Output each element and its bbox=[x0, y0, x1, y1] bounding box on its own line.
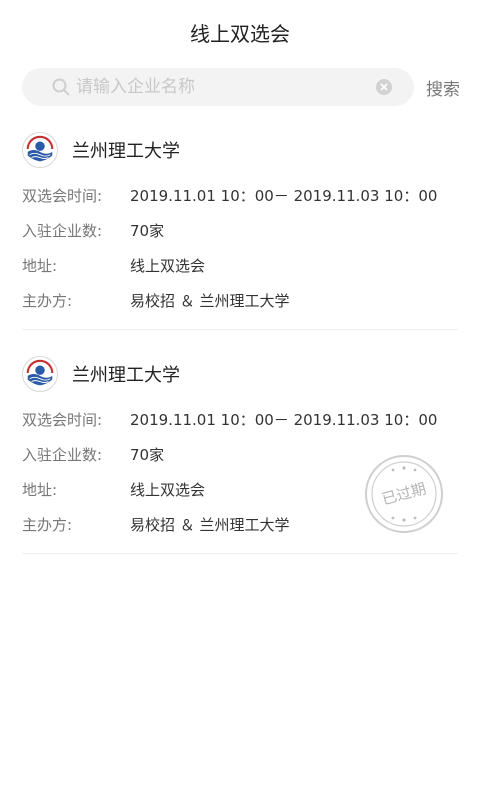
job-fair-list-page: 线上双选会 搜索 bbox=[0, 0, 480, 800]
fair-time-value: 2019.11.01 10：00－ 2019.11.03 10：00 bbox=[130, 186, 438, 205]
search-button[interactable]: 搜索 bbox=[421, 68, 465, 106]
search-icon bbox=[52, 78, 70, 96]
organizer-value: 易校招 ＆ 兰州理工大学 bbox=[130, 291, 290, 310]
fair-time-label: 双选会时间: bbox=[22, 186, 103, 205]
card-header: 兰州理工大学 bbox=[22, 354, 180, 394]
search-box[interactable] bbox=[22, 68, 414, 106]
school-name: 兰州理工大学 bbox=[72, 365, 180, 386]
expired-stamp: 已过期 bbox=[365, 455, 443, 533]
divider bbox=[22, 553, 458, 554]
fair-time-label: 双选会时间: bbox=[22, 410, 103, 429]
page-title: 线上双选会 bbox=[190, 21, 290, 46]
fair-time-value: 2019.11.01 10：00－ 2019.11.03 10：00 bbox=[130, 410, 438, 429]
company-count-label: 入驻企业数: bbox=[22, 221, 103, 240]
address-label: 地址: bbox=[22, 480, 58, 499]
university-logo-icon bbox=[22, 132, 58, 168]
expired-stamp-text: 已过期 bbox=[380, 479, 428, 508]
search-input[interactable] bbox=[76, 68, 366, 106]
organizer-label: 主办方: bbox=[22, 515, 73, 534]
divider bbox=[22, 329, 458, 330]
card-header: 兰州理工大学 bbox=[22, 130, 180, 170]
company-count-value: 70家 bbox=[130, 221, 165, 240]
university-logo-icon bbox=[22, 356, 58, 392]
clear-icon[interactable] bbox=[376, 79, 392, 95]
company-count-label: 入驻企业数: bbox=[22, 445, 103, 464]
search-bar: 搜索 bbox=[22, 68, 462, 106]
address-label: 地址: bbox=[22, 256, 58, 275]
address-value: 线上双选会 bbox=[130, 480, 206, 499]
header: 线上双选会 bbox=[0, 0, 480, 64]
organizer-label: 主办方: bbox=[22, 291, 73, 310]
job-fair-card[interactable]: 兰州理工大学 双选会时间: 2019.11.01 10：00－ 2019.11.… bbox=[22, 130, 458, 330]
job-fair-card[interactable]: 兰州理工大学 双选会时间: 2019.11.01 10：00－ 2019.11.… bbox=[22, 354, 458, 554]
school-name: 兰州理工大学 bbox=[72, 141, 180, 162]
organizer-value: 易校招 ＆ 兰州理工大学 bbox=[130, 515, 290, 534]
address-value: 线上双选会 bbox=[130, 256, 206, 275]
company-count-value: 70家 bbox=[130, 445, 165, 464]
